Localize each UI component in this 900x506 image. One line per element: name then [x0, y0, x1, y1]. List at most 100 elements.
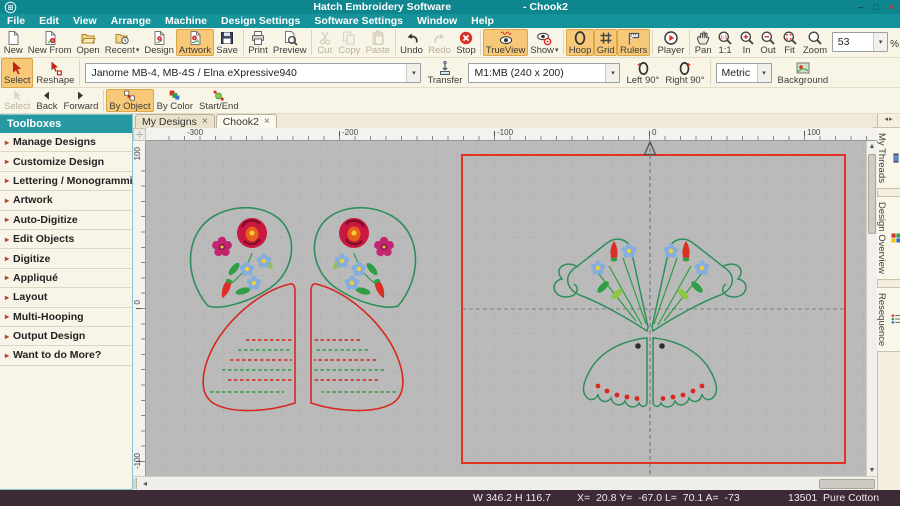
- select-tool-button[interactable]: Select: [1, 58, 33, 88]
- scroll-left-icon[interactable]: ◂: [139, 477, 151, 490]
- toolbar-button-fit[interactable]: Fit: [779, 29, 800, 56]
- menu-file[interactable]: File: [0, 14, 32, 28]
- close-tab-icon[interactable]: ×: [264, 117, 270, 127]
- scroll-up-icon[interactable]: ▲: [867, 141, 877, 152]
- chevron-down-icon[interactable]: ▾: [757, 64, 771, 82]
- toolbox-item-want-to-do-more[interactable]: ▸ Want to do More?: [0, 346, 132, 365]
- menu-help[interactable]: Help: [464, 14, 501, 28]
- toolbar-button-label: Back: [36, 102, 57, 112]
- chevron-right-icon: ▸: [5, 351, 9, 360]
- toolbar-button-by-object[interactable]: By Object: [106, 89, 153, 112]
- toolbox-item-digitize[interactable]: ▸Digitize: [0, 249, 132, 268]
- menu-software-settings[interactable]: Software Settings: [307, 14, 410, 28]
- toolbox-item-label: Customize Design: [13, 156, 104, 168]
- toolbar-button-forward[interactable]: Forward: [61, 89, 102, 112]
- panel-tab-design-overview[interactable]: Design Overview: [873, 196, 900, 280]
- toolbar-button-hoop[interactable]: Hoop: [566, 29, 594, 56]
- toolbar-button-trueview[interactable]: TrueView: [483, 29, 527, 56]
- close-tab-icon[interactable]: ×: [202, 117, 208, 127]
- toolbox-item-multi-hooping[interactable]: ▸Multi-Hooping: [0, 308, 132, 327]
- scroll-down-icon[interactable]: ▼: [867, 465, 877, 476]
- toolbox-item-output-design[interactable]: ▸Output Design: [0, 327, 132, 346]
- toolbox-item-customize-design[interactable]: ▸Customize Design: [0, 152, 132, 171]
- rotate-right-90-button[interactable]: Right 90°: [662, 58, 707, 88]
- menu-window[interactable]: Window: [410, 14, 464, 28]
- toolbar-button-rulers[interactable]: Rulers: [617, 29, 650, 56]
- minimize-button[interactable]: –: [858, 1, 863, 14]
- toolbox-item-layout[interactable]: ▸Layout: [0, 288, 132, 307]
- tab-my-designs[interactable]: My Designs×: [135, 114, 215, 128]
- toolbar-button-zoom[interactable]: Zoom: [800, 29, 830, 56]
- chevron-down-icon[interactable]: ▾: [406, 64, 420, 82]
- toolbar-button-label: Stop: [456, 46, 476, 56]
- toolbar-button-print[interactable]: Print: [246, 29, 271, 56]
- toolbar-button-out[interactable]: Out: [757, 29, 778, 56]
- toolbox-item-auto-digitize[interactable]: ▸Auto-Digitize: [0, 211, 132, 230]
- toolbar-button-in[interactable]: In: [736, 29, 757, 56]
- toolbar-button-label: Grid: [597, 46, 615, 56]
- close-button[interactable]: ×: [889, 1, 894, 14]
- splitter-grip[interactable]: [133, 478, 137, 489]
- toolbar-button-open[interactable]: Open: [74, 29, 103, 56]
- toolbar-button-recent[interactable]: Recent▾: [102, 29, 142, 56]
- toolbar-button-pan[interactable]: Pan: [692, 29, 714, 56]
- chevron-down-icon[interactable]: ▾: [605, 64, 619, 82]
- reshape-tool-button[interactable]: Reshape: [33, 58, 77, 88]
- horizontal-ruler: -300-200-1000100: [146, 128, 877, 141]
- trueview-icon: [498, 30, 514, 46]
- horizontal-scrollbar[interactable]: ◂: [133, 476, 877, 490]
- background-button[interactable]: Background: [775, 58, 832, 88]
- toolbar-button-show[interactable]: Show▾: [528, 29, 561, 56]
- toolbar-button-by-color[interactable]: By Color: [154, 89, 196, 112]
- toolbox-item-artwork[interactable]: ▸Artwork: [0, 191, 132, 210]
- toolbar-button-player[interactable]: Player: [655, 29, 687, 56]
- toolbar-button-preview[interactable]: Preview: [270, 29, 309, 56]
- status-dimensions: W 346.2 H 116.7: [473, 492, 551, 504]
- right-panel-tabstrip: ◂▸ My ThreadsDesign OverviewResequence: [877, 114, 900, 490]
- toolbar-button-back[interactable]: Back: [33, 89, 60, 112]
- chevron-down-icon[interactable]: ▾: [873, 33, 887, 51]
- ruler-row: ⊹ -300-200-1000100: [133, 128, 877, 141]
- menu-edit[interactable]: Edit: [32, 14, 66, 28]
- hoop-combobox[interactable]: M1:MB (240 x 200) ▾: [468, 63, 620, 83]
- artwork-icon: [187, 30, 203, 46]
- toolbar-button-save[interactable]: Save: [214, 29, 241, 56]
- toolbox-item-label: Want to do More?: [13, 349, 101, 361]
- vertical-scrollbar[interactable]: ▲ ▼: [866, 141, 877, 476]
- toolbar-button-start-end[interactable]: Start/End: [196, 89, 242, 112]
- panel-tab-resequence[interactable]: Resequence: [873, 287, 900, 352]
- menu-design-settings[interactable]: Design Settings: [214, 14, 307, 28]
- machine-combobox[interactable]: Janome MB-4, MB-4S / Elna eXpressive940 …: [85, 63, 421, 83]
- menu-arrange[interactable]: Arrange: [104, 14, 158, 28]
- toolbox-item-appliqu[interactable]: ▸Appliqué: [0, 269, 132, 288]
- resequence-icon: [890, 313, 900, 325]
- toolbar-separator: [689, 30, 690, 55]
- toolbar-button-stop[interactable]: Stop: [454, 29, 479, 56]
- rotate-left-90-button[interactable]: Left 90°: [623, 58, 662, 88]
- zoom-level-combobox[interactable]: 53▾: [832, 32, 888, 52]
- units-combobox[interactable]: Metric ▾: [716, 63, 772, 83]
- restore-button[interactable]: □: [873, 1, 878, 14]
- toolbox-item-edit-objects[interactable]: ▸Edit Objects: [0, 230, 132, 249]
- toolbar-button-new-from[interactable]: New From: [25, 29, 73, 56]
- rotate-left-icon: [635, 60, 651, 76]
- toolbox-item-manage-designs[interactable]: ▸Manage Designs: [0, 133, 132, 152]
- menu-machine[interactable]: Machine: [158, 14, 214, 28]
- toolbox-item-lettering-monogramming[interactable]: ▸Lettering / Monogramming: [0, 172, 132, 191]
- horizontal-scrollbar-thumb[interactable]: [819, 479, 875, 489]
- toolbar-button-grid[interactable]: Grid: [594, 29, 617, 56]
- tab-chook2[interactable]: Chook2×: [216, 114, 277, 128]
- toolbar-button-artwork[interactable]: Artwork: [176, 29, 213, 56]
- toolbar-button-new[interactable]: New: [1, 29, 25, 56]
- menu-view[interactable]: View: [66, 14, 104, 28]
- toolbar-button-1-1[interactable]: 1:11:1: [714, 29, 735, 56]
- zoom-icon: [807, 30, 823, 46]
- panel-nav-arrows[interactable]: ◂▸: [884, 115, 893, 123]
- vertical-scrollbar-thumb[interactable]: [868, 154, 876, 234]
- rulers-icon: [626, 30, 642, 46]
- panel-tab-my-threads[interactable]: My Threads: [873, 127, 900, 189]
- transfer-button[interactable]: Transfer: [424, 58, 465, 88]
- toolbar-button-undo[interactable]: Undo: [398, 29, 426, 56]
- toolbar-button-design[interactable]: Design: [142, 29, 177, 56]
- design-canvas[interactable]: [146, 141, 866, 476]
